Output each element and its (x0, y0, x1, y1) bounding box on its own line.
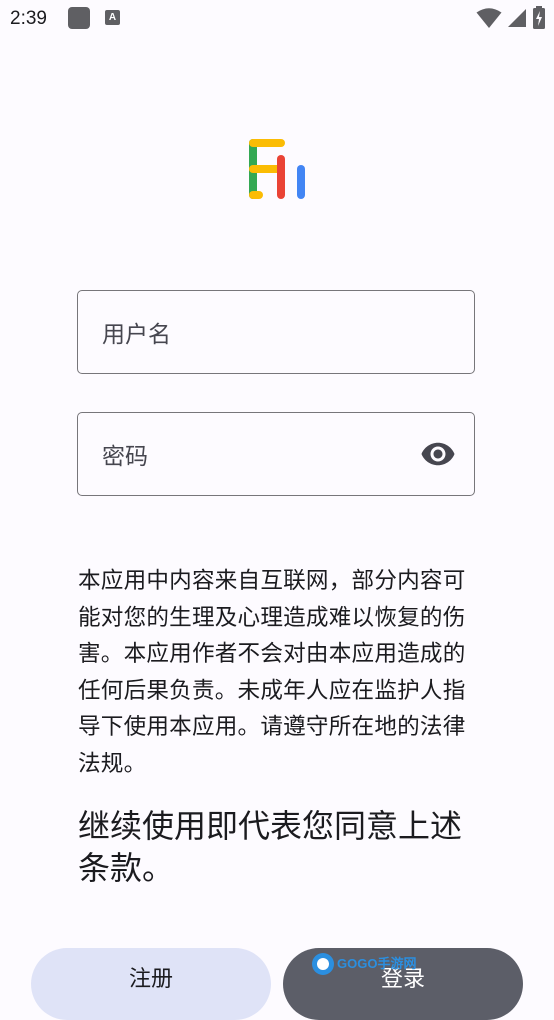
eye-icon[interactable] (420, 436, 456, 472)
battery-icon (533, 6, 545, 29)
wifi-icon (476, 8, 502, 28)
notification-a-icon: A (105, 10, 120, 25)
app-logo (249, 139, 305, 199)
watermark-logo: GOGO手游网 (312, 953, 416, 975)
password-placeholder: 密码 (102, 444, 148, 470)
watermark-text: GOGO手游网 (337, 956, 416, 971)
status-time: 2:39 (10, 8, 47, 29)
password-field[interactable]: 密码 (77, 412, 475, 496)
username-field[interactable]: 用户名 (77, 290, 475, 374)
system-icons (476, 6, 546, 30)
notification-app-icon (68, 7, 90, 29)
consent-text: 继续使用即代表您同意上述条款。 (78, 807, 463, 887)
status-bar: 2:39 A (0, 0, 554, 38)
username-placeholder: 用户名 (102, 322, 171, 348)
register-label: 注册 (128, 967, 173, 992)
signal-icon (507, 9, 526, 27)
disclaimer-text: 本应用中内容来自互联网，部分内容可能对您的生理及心理造成难以恢复的伤害。本应用作… (78, 568, 466, 777)
register-button[interactable]: 注册 (31, 948, 271, 1020)
